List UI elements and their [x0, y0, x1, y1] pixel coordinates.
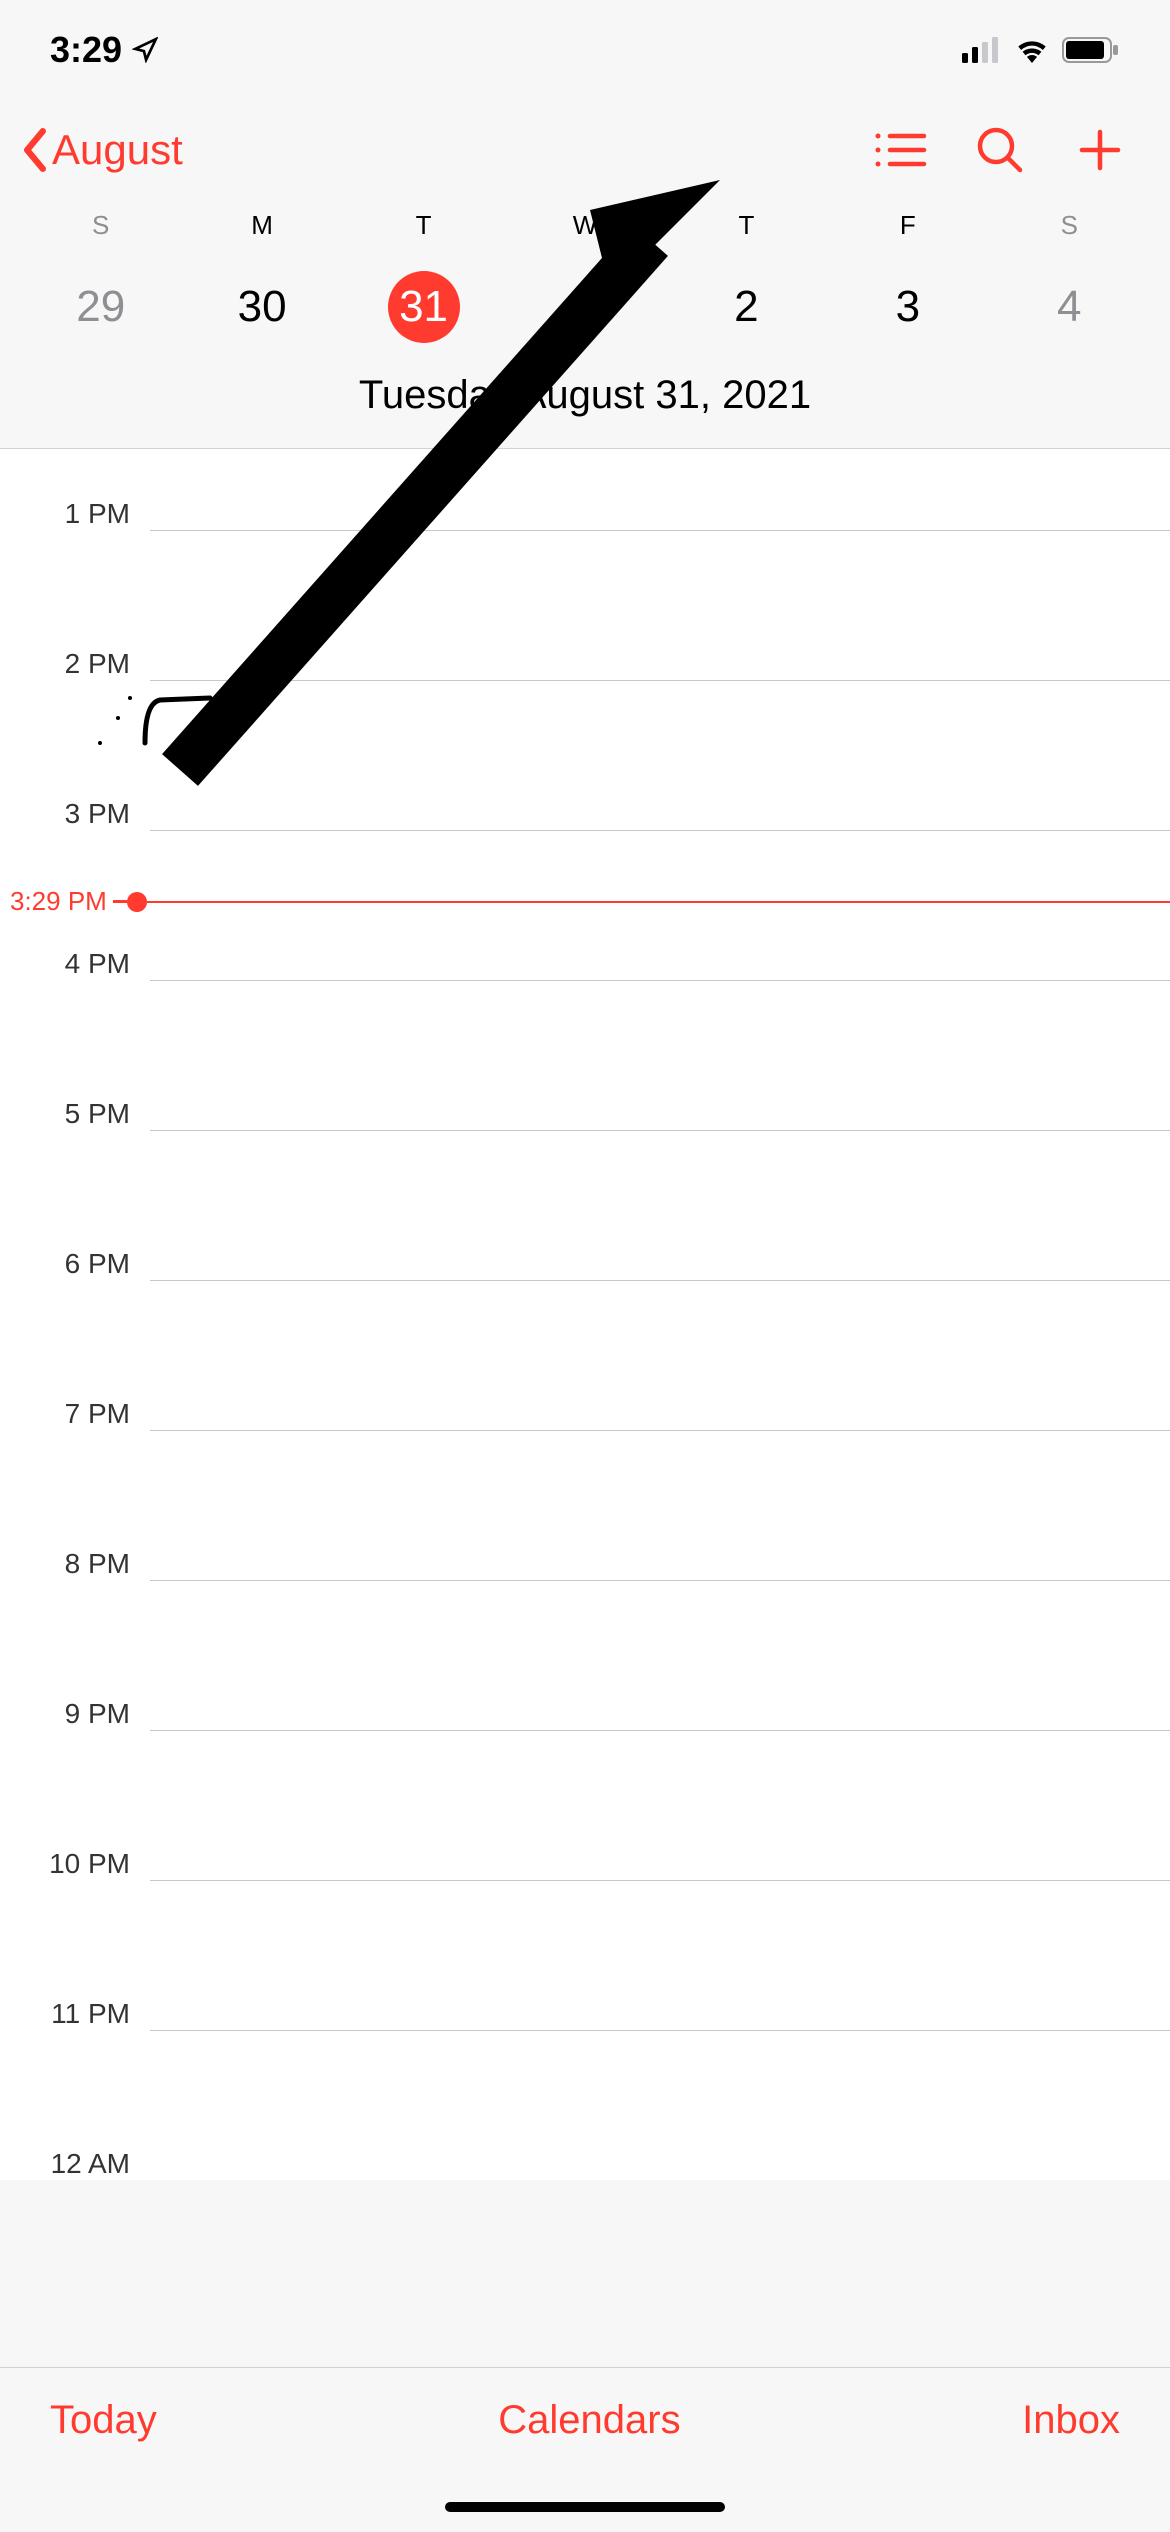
- hour-line: [150, 530, 1170, 531]
- day-column[interactable]: M 30: [181, 200, 342, 353]
- hour-label: 5 PM: [0, 1098, 150, 1130]
- hour-line: [150, 2180, 1170, 2181]
- day-number[interactable]: 4: [1033, 271, 1105, 343]
- back-label: August: [52, 126, 183, 174]
- day-number[interactable]: 2: [710, 271, 782, 343]
- hour-row: 12 AM: [0, 2164, 1170, 2180]
- hour-row: 7 PM: [0, 1414, 1170, 1446]
- day-column[interactable]: F3: [827, 200, 988, 353]
- day-number[interactable]: 1: [549, 271, 621, 343]
- hour-row: 11 PM: [0, 2014, 1170, 2046]
- calendar-day-grid[interactable]: 1 PM 2 PM 3 PM 4 PM 5 PM 6 PM 7 PM 8 PM 9 PM 10 P…: [0, 448, 1170, 2180]
- hour-row: 8 PM: [0, 1564, 1170, 1596]
- hour-line: [150, 2030, 1170, 2031]
- home-indicator[interactable]: [445, 2502, 725, 2512]
- hour-label: 9 PM: [0, 1698, 150, 1730]
- day-letter: M: [251, 210, 273, 241]
- current-time-dot: [127, 892, 147, 912]
- wifi-icon: [1014, 37, 1050, 63]
- day-letter: S: [1061, 210, 1078, 241]
- search-button[interactable]: [950, 100, 1050, 200]
- list-icon: [872, 128, 928, 172]
- day-number[interactable]: 29: [65, 271, 137, 343]
- hour-line: [150, 1880, 1170, 1881]
- hour-label: 8 PM: [0, 1548, 150, 1580]
- day-number[interactable]: 3: [872, 271, 944, 343]
- hour-label: 2 PM: [0, 648, 150, 680]
- calendars-button[interactable]: Calendars: [498, 2398, 680, 2443]
- status-time-text: 3:29: [50, 29, 122, 71]
- cellular-signal-icon: [962, 37, 1002, 63]
- nav-bar: August: [0, 100, 1170, 200]
- today-button[interactable]: Today: [50, 2398, 157, 2443]
- location-icon: [132, 37, 158, 63]
- search-icon: [974, 124, 1026, 176]
- hour-line: [150, 680, 1170, 681]
- current-time-line: [147, 901, 1170, 903]
- hour-label: 7 PM: [0, 1398, 150, 1430]
- chevron-left-icon: [20, 128, 50, 172]
- current-time-label: 3:29 PM: [0, 886, 113, 917]
- hour-row: 4 PM: [0, 964, 1170, 996]
- hour-line: [150, 1130, 1170, 1131]
- day-column[interactable]: W1: [504, 200, 665, 353]
- day-column[interactable]: T 31: [343, 200, 504, 353]
- list-view-button[interactable]: [850, 100, 950, 200]
- hour-line: [150, 980, 1170, 981]
- hour-line: [150, 1580, 1170, 1581]
- hour-line: [150, 1730, 1170, 1731]
- date-title: Tuesday August 31, 2021: [0, 353, 1170, 448]
- day-column[interactable]: S4: [989, 200, 1150, 353]
- hour-label: 1 PM: [0, 498, 150, 530]
- status-time: 3:29: [50, 29, 158, 71]
- hour-row: 1 PM: [0, 514, 1170, 546]
- hour-label: 11 PM: [0, 1998, 150, 2030]
- day-letter: S: [92, 210, 109, 241]
- hour-line: [150, 1430, 1170, 1431]
- hour-label: 3 PM: [0, 798, 150, 830]
- hour-row: 3 PM: [0, 814, 1170, 846]
- hour-row: 9 PM: [0, 1714, 1170, 1746]
- status-bar: 3:29: [0, 0, 1170, 100]
- status-icons: [962, 37, 1120, 63]
- day-column[interactable]: T2: [666, 200, 827, 353]
- hour-line: [150, 830, 1170, 831]
- current-time-indicator: 3:29 PM: [0, 886, 1170, 917]
- hour-row: 10 PM: [0, 1864, 1170, 1896]
- day-letter: T: [416, 210, 432, 241]
- battery-icon: [1062, 37, 1120, 63]
- hour-label: 10 PM: [0, 1848, 150, 1880]
- day-letter: T: [738, 210, 754, 241]
- week-header: S29M30T31W1T2F3S4: [0, 200, 1170, 353]
- day-column[interactable]: S 29: [20, 200, 181, 353]
- current-time-dash: [113, 900, 127, 903]
- hour-row: 2 PM: [0, 664, 1170, 696]
- hour-label: 12 AM: [0, 2148, 150, 2180]
- inbox-button[interactable]: Inbox: [1022, 2398, 1120, 2443]
- hour-row: 6 PM: [0, 1264, 1170, 1296]
- day-number[interactable]: 30: [226, 271, 298, 343]
- hour-line: [150, 1280, 1170, 1281]
- hour-label: 4 PM: [0, 948, 150, 980]
- plus-icon: [1076, 126, 1124, 174]
- day-number[interactable]: 31: [388, 271, 460, 343]
- day-letter: F: [900, 210, 916, 241]
- hour-label: 6 PM: [0, 1248, 150, 1280]
- add-event-button[interactable]: [1050, 100, 1150, 200]
- day-letter: W: [573, 210, 598, 241]
- back-button[interactable]: August: [20, 126, 183, 174]
- hour-row: 5 PM: [0, 1114, 1170, 1146]
